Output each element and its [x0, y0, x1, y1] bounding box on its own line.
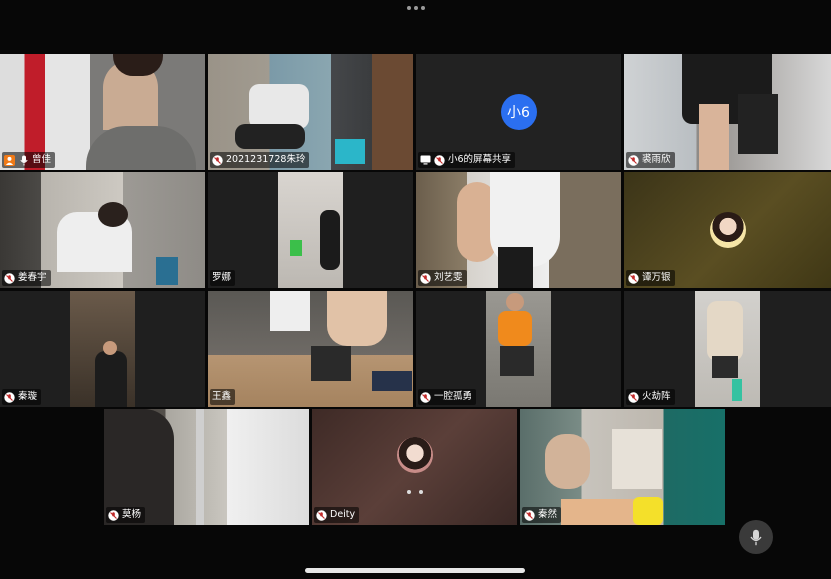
participant-name: Deity: [330, 509, 356, 520]
participant-name: 一腔孤勇: [434, 391, 473, 402]
participant-tile[interactable]: 秦璇: [0, 291, 205, 407]
name-tag: 秦然: [522, 507, 562, 523]
participant-name: 曾佳: [32, 154, 52, 165]
video-pager-dots: [406, 490, 423, 494]
name-tag: 姜春宇: [2, 270, 51, 286]
participant-tile[interactable]: 王鑫: [208, 291, 413, 407]
name-tag: Deity: [314, 507, 360, 523]
muted-mic-icon: [4, 272, 15, 284]
participant-name: 罗娜: [212, 272, 232, 283]
name-tag: 裘雨欣: [626, 152, 675, 168]
participant-name: 刘艺雯: [434, 272, 463, 283]
muted-mic-icon: [420, 391, 431, 403]
participant-name: 莫杨: [122, 509, 142, 520]
muted-mic-icon: [4, 391, 15, 403]
name-tag: 2021231728朱玲: [210, 152, 310, 168]
participant-tile[interactable]: Deity: [312, 409, 517, 525]
muted-mic-icon: [524, 509, 535, 521]
participant-name: 2021231728朱玲: [226, 154, 306, 165]
participant-tile[interactable]: 谭万银: [624, 172, 831, 288]
host-badge-icon: [4, 154, 15, 166]
muted-mic-icon: [434, 154, 445, 166]
muted-mic-icon: [108, 509, 119, 521]
participant-name: 裘雨欣: [642, 154, 671, 165]
name-tag: 罗娜: [210, 270, 236, 286]
participant-name: 秦然: [538, 509, 558, 520]
screen-share-icon: [420, 155, 431, 166]
participant-tile[interactable]: 火劫阵: [624, 291, 831, 407]
name-tag: 刘艺雯: [418, 270, 467, 286]
muted-mic-icon: [628, 154, 639, 166]
participant-name: 谭万银: [642, 272, 671, 283]
share-avatar: 小6: [500, 94, 537, 130]
avatar: [396, 437, 433, 474]
mic-icon: [18, 155, 29, 166]
participant-tile[interactable]: 姜春宇: [0, 172, 205, 288]
muted-mic-icon: [420, 272, 431, 284]
participant-tile[interactable]: 2021231728朱玲: [208, 54, 413, 170]
participant-tile[interactable]: 一腔孤勇: [416, 291, 621, 407]
name-tag: 王鑫: [210, 389, 236, 405]
microphone-button[interactable]: [739, 520, 773, 554]
name-tag: 秦璇: [2, 389, 42, 405]
participant-tile[interactable]: 刘艺雯: [416, 172, 621, 288]
participant-name: 王鑫: [212, 391, 232, 402]
muted-mic-icon: [212, 154, 223, 166]
muted-mic-icon: [628, 391, 639, 403]
muted-mic-icon: [628, 272, 639, 284]
name-tag: 莫杨: [106, 507, 146, 523]
avatar: [709, 212, 746, 248]
participant-name: 姜春宇: [18, 272, 47, 283]
participant-name: 秦璇: [18, 391, 38, 402]
participant-tile[interactable]: 罗娜: [208, 172, 413, 288]
name-tag: 火劫阵: [626, 389, 675, 405]
participant-tile[interactable]: 曾佳: [0, 54, 205, 170]
participant-tile[interactable]: 莫杨: [104, 409, 309, 525]
participant-tile[interactable]: 裘雨欣: [624, 54, 831, 170]
microphone-icon: [750, 529, 762, 546]
participant-name: 火劫阵: [642, 391, 671, 402]
name-tag: 谭万银: [626, 270, 675, 286]
screen-share-tile[interactable]: 小6 小6的屏幕共享: [416, 54, 621, 170]
muted-mic-icon: [316, 509, 327, 521]
status-dots: [407, 6, 425, 10]
name-tag: 曾佳: [2, 152, 56, 168]
participant-name: 小6的屏幕共享: [448, 154, 512, 165]
participant-tile[interactable]: 秦然: [520, 409, 725, 525]
name-tag: 一腔孤勇: [418, 389, 477, 405]
name-tag: 小6的屏幕共享: [418, 152, 516, 168]
home-indicator[interactable]: [305, 568, 525, 573]
